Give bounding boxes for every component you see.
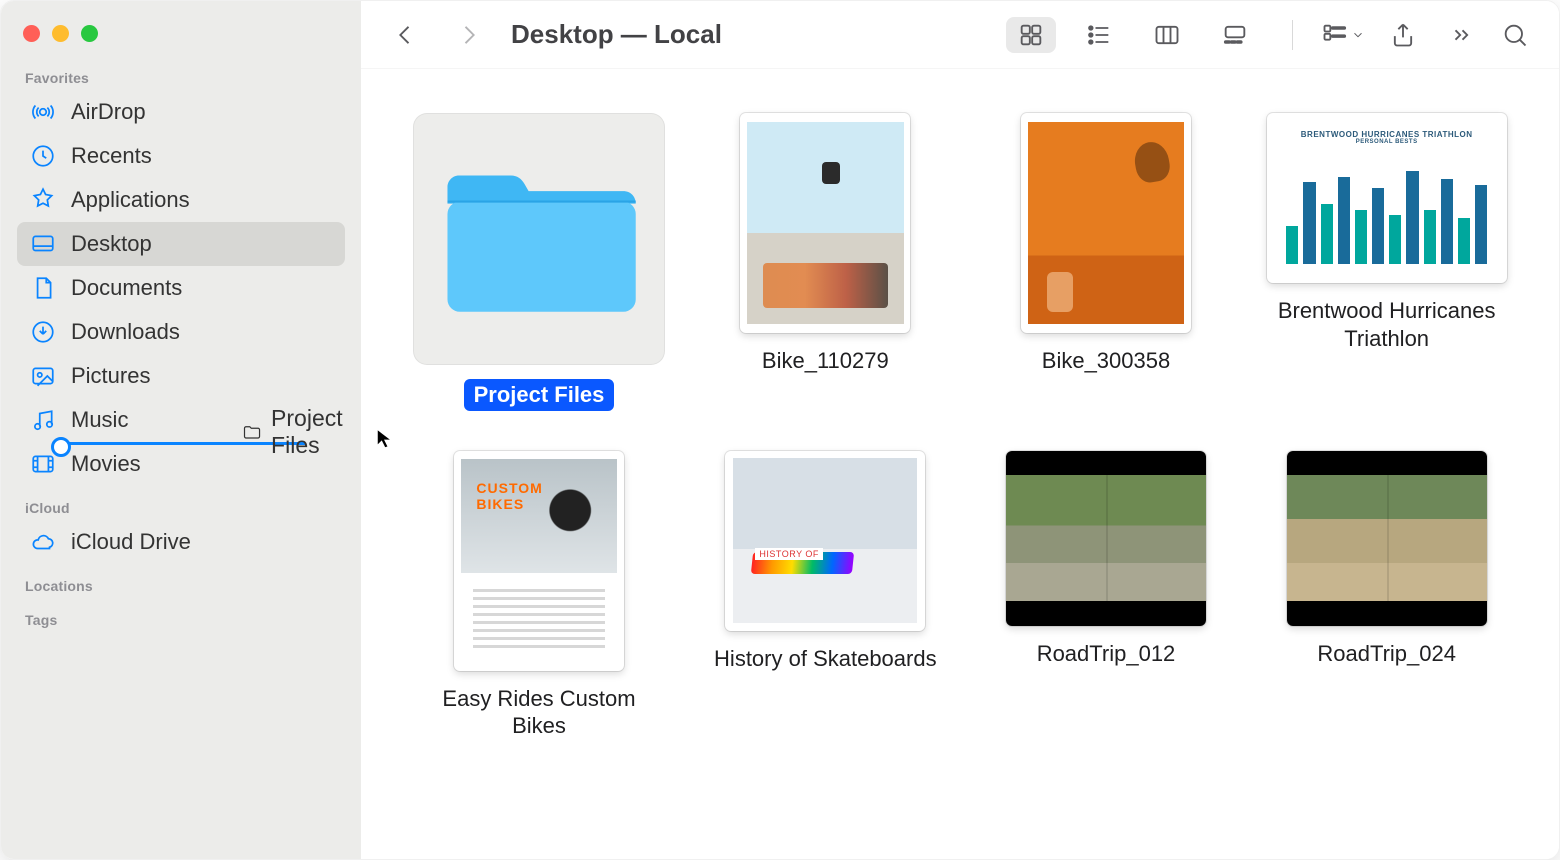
clock-icon [29,142,57,170]
file-item-folder[interactable]: Project Files [413,113,665,411]
sidebar-item-label: Pictures [71,363,150,389]
sidebar: Favorites AirDrop Recents Applications D… [1,1,361,859]
file-name[interactable]: History of Skateboards [714,645,937,673]
sidebar-section-tags: Tags [17,598,345,632]
view-column-button[interactable] [1142,17,1192,53]
image-thumbnail [740,113,910,333]
view-mode-segmented [1002,13,1264,57]
image-thumbnail [1021,113,1191,333]
sidebar-item-downloads[interactable]: Downloads [17,310,345,354]
file-grid: Project Files Bike_110279 Bike_300358 BR… [361,69,1559,859]
view-list-button[interactable] [1074,17,1124,53]
thumb-title: BRENTWOOD HURRICANES TRIATHLON [1286,130,1487,139]
airdrop-icon [29,98,57,126]
finder-window: Favorites AirDrop Recents Applications D… [0,0,1560,860]
sidebar-item-label: Downloads [71,319,180,345]
document-thumbnail [725,451,925,631]
document-icon [29,274,57,302]
close-window-button[interactable] [23,25,40,42]
sidebar-section-favorites: Favorites [17,56,345,90]
sidebar-section-locations: Locations [17,564,345,598]
sidebar-item-icloud-drive[interactable]: iCloud Drive [17,520,345,564]
sidebar-item-airdrop[interactable]: AirDrop [17,90,345,134]
sidebar-item-documents[interactable]: Documents [17,266,345,310]
file-item[interactable]: Bike_110279 [705,113,946,411]
sidebar-item-label: Music [71,407,128,433]
file-name[interactable]: Bike_300358 [1042,347,1170,375]
applications-icon [29,186,57,214]
file-name[interactable]: Brentwood Hurricanes Triathlon [1267,297,1507,352]
document-thumbnail: BRENTWOOD HURRICANES TRIATHLON PERSONAL … [1267,113,1507,283]
search-button[interactable] [1497,17,1533,53]
movies-icon [29,450,57,478]
minimize-window-button[interactable] [52,25,69,42]
view-gallery-button[interactable] [1210,17,1260,53]
zoom-window-button[interactable] [81,25,98,42]
downloads-icon [29,318,57,346]
sidebar-item-label: Documents [71,275,182,301]
sidebar-item-recents[interactable]: Recents [17,134,345,178]
sidebar-item-pictures[interactable]: Pictures [17,354,345,398]
group-by-button[interactable] [1321,17,1365,53]
share-button[interactable] [1385,17,1421,53]
video-thumbnail [1287,451,1487,626]
back-button[interactable] [387,17,423,53]
window-title: Desktop — Local [511,19,722,50]
file-item[interactable]: RoadTrip_012 [986,451,1227,740]
file-name[interactable]: Bike_110279 [762,347,889,375]
file-name[interactable]: Project Files [464,379,615,411]
sidebar-item-label: Recents [71,143,152,169]
file-item[interactable]: Bike_300358 [986,113,1227,411]
sidebar-item-label: Desktop [71,231,152,257]
chevron-down-icon [1351,28,1365,42]
folder-icon [413,113,665,365]
sidebar-item-music[interactable]: Music [17,398,345,442]
drop-insertion-indicator [57,442,305,445]
view-icon-button[interactable] [1006,17,1056,53]
file-name[interactable]: RoadTrip_012 [1037,640,1176,668]
sidebar-item-label: AirDrop [71,99,146,125]
file-name[interactable]: RoadTrip_024 [1317,640,1456,668]
video-thumbnail [1006,451,1206,626]
sidebar-item-label: Applications [71,187,190,213]
file-item[interactable]: BRENTWOOD HURRICANES TRIATHLON PERSONAL … [1266,113,1507,411]
document-thumbnail [454,451,624,671]
sidebar-item-label: iCloud Drive [71,529,191,555]
main-pane: Desktop — Local [361,1,1559,859]
desktop-icon [29,230,57,258]
file-item[interactable]: History of Skateboards [705,451,946,740]
sidebar-item-applications[interactable]: Applications [17,178,345,222]
file-item[interactable]: RoadTrip_024 [1266,451,1507,740]
file-name[interactable]: Easy Rides Custom Bikes [419,685,659,740]
sidebar-section-icloud: iCloud [17,486,345,520]
sidebar-item-label: Movies [71,451,141,477]
music-icon [29,406,57,434]
window-controls [17,19,345,56]
forward-button[interactable] [451,17,487,53]
toolbar-divider [1292,20,1293,50]
file-item[interactable]: Easy Rides Custom Bikes [413,451,665,740]
cloud-icon [29,528,57,556]
toolbar: Desktop — Local [361,1,1559,69]
more-toolbar-button[interactable] [1441,17,1477,53]
sidebar-item-desktop[interactable]: Desktop [17,222,345,266]
pictures-icon [29,362,57,390]
